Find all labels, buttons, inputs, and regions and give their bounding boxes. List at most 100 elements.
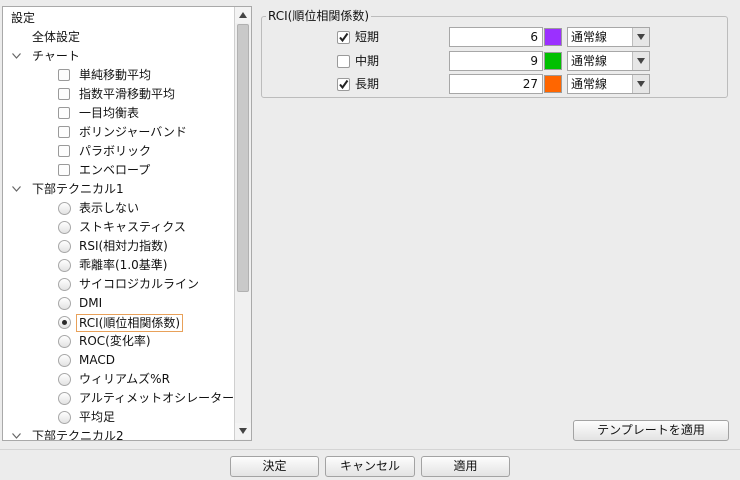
- tree-item-label: サイコロジカルライン: [79, 277, 200, 291]
- expand-chevron-icon[interactable]: [12, 47, 22, 66]
- tree-item[interactable]: RCI(順位相関係数): [3, 313, 235, 332]
- line-color-swatch[interactable]: [544, 28, 562, 46]
- tree-radio-button[interactable]: [58, 240, 71, 253]
- triangle-up-icon: [239, 12, 247, 18]
- scroll-down-button[interactable]: [235, 423, 251, 439]
- line-type-value: 通常線: [571, 30, 608, 44]
- tree-item[interactable]: ROC(変化率): [3, 332, 235, 351]
- tree-radio-button[interactable]: [58, 259, 71, 272]
- tree-checkbox[interactable]: [58, 145, 70, 157]
- tree-checkbox[interactable]: [58, 69, 70, 81]
- tree-checkbox[interactable]: [58, 164, 70, 176]
- tree-item[interactable]: 乖離率(1.0基準): [3, 256, 235, 275]
- tree-item[interactable]: 指数平滑移動平均: [3, 85, 235, 104]
- tree-item[interactable]: アルティメットオシレーター: [3, 389, 235, 408]
- line-type-value: 通常線: [571, 77, 608, 91]
- rci-group-title: RCI(順位相関係数): [266, 8, 372, 24]
- tree-item[interactable]: 平均足: [3, 408, 235, 427]
- settings-tree: 設定 全体設定チャート単純移動平均指数平滑移動平均 一目均衡表ボリンジャーバンドパラ…: [3, 7, 235, 440]
- rci-param-row: 中期 9 通常線: [262, 51, 726, 71]
- dropdown-arrow-icon[interactable]: [632, 75, 649, 93]
- tree-radio-button[interactable]: [58, 278, 71, 291]
- tree-checkbox[interactable]: [58, 126, 70, 138]
- expand-chevron-icon[interactable]: [12, 427, 22, 440]
- tree-radio-button[interactable]: [58, 221, 71, 234]
- tree-item-label: 指数平滑移動平均: [79, 87, 176, 101]
- tree-radio-button[interactable]: [58, 354, 71, 367]
- tree-item[interactable]: 単純移動平均: [3, 66, 235, 85]
- tree-item-label: 表示しない: [79, 201, 140, 215]
- tree-radio-button[interactable]: [58, 202, 71, 215]
- tree-item[interactable]: ボリンジャーバンド: [3, 123, 235, 142]
- period-label: 中期: [355, 54, 380, 68]
- dropdown-arrow-icon[interactable]: [632, 52, 649, 70]
- tree-item[interactable]: サイコロジカルライン: [3, 275, 235, 294]
- tree-radio-button[interactable]: [58, 392, 71, 405]
- tree-checkbox[interactable]: [58, 107, 70, 119]
- tree-item-label: 一目均衡表: [79, 106, 140, 120]
- tree-item[interactable]: 設定: [3, 9, 235, 28]
- tree-checkbox[interactable]: [58, 88, 70, 100]
- apply-button[interactable]: 適用: [421, 456, 510, 477]
- tree-item-label: エンベロープ: [79, 163, 151, 177]
- line-color-swatch[interactable]: [544, 52, 562, 70]
- line-type-select[interactable]: 通常線: [567, 74, 650, 94]
- tree-item-label: ボリンジャーバンド: [79, 125, 187, 139]
- tree-radio-button[interactable]: [58, 411, 71, 424]
- tree-radio-button[interactable]: [58, 373, 71, 386]
- rci-param-row: 短期 6 通常線: [262, 27, 726, 47]
- dropdown-arrow-icon[interactable]: [632, 28, 649, 46]
- period-value-input[interactable]: 6: [449, 27, 543, 47]
- tree-item[interactable]: RSI(相対力指数): [3, 237, 235, 256]
- expand-chevron-icon[interactable]: [12, 180, 22, 199]
- period-label: 長期: [355, 77, 380, 91]
- tree-item-label: RSI(相対力指数): [79, 239, 168, 253]
- tree-item-label: 単純移動平均: [79, 68, 152, 82]
- tree-item-label: ストキャスティクス: [79, 220, 186, 234]
- line-type-value: 通常線: [571, 54, 608, 68]
- tree-item[interactable]: ストキャスティクス: [3, 218, 235, 237]
- tree-item-label: ROC(変化率): [79, 334, 151, 348]
- scrollbar-thumb[interactable]: [237, 24, 249, 292]
- apply-template-button[interactable]: テンプレートを適用: [573, 420, 729, 441]
- tree-item[interactable]: チャート: [3, 47, 235, 66]
- line-type-select[interactable]: 通常線: [567, 27, 650, 47]
- tree-item[interactable]: 下部テクニカル2: [3, 427, 235, 440]
- tree-radio-button[interactable]: [58, 316, 71, 329]
- cancel-button[interactable]: キャンセル: [325, 456, 415, 477]
- tree-item[interactable]: 一目均衡表: [3, 104, 235, 123]
- rci-param-row: 長期 27 通常線: [262, 74, 726, 94]
- tree-item-label: ウィリアムズ%R: [79, 372, 170, 386]
- period-checkbox[interactable]: [337, 78, 350, 91]
- tree-item-label: アルティメットオシレーター: [79, 391, 235, 405]
- tree-item[interactable]: 表示しない: [3, 199, 235, 218]
- tree-scrollbar[interactable]: [234, 7, 251, 440]
- tree-item[interactable]: DMI: [3, 294, 235, 313]
- tree-item-label: 下部テクニカル1: [32, 182, 124, 196]
- period-checkbox[interactable]: [337, 31, 350, 44]
- period-checkbox[interactable]: [337, 55, 350, 68]
- tree-radio-button[interactable]: [58, 297, 71, 310]
- tree-item[interactable]: 全体設定: [3, 28, 235, 47]
- tree-item[interactable]: ウィリアムズ%R: [3, 370, 235, 389]
- scroll-up-button[interactable]: [235, 7, 251, 23]
- tree-item-label: チャート: [32, 49, 80, 63]
- line-type-select[interactable]: 通常線: [567, 51, 650, 71]
- tree-item-label: 平均足: [79, 410, 116, 424]
- tree-item[interactable]: MACD: [3, 351, 235, 370]
- tree-item-label: MACD: [79, 353, 115, 367]
- tree-item-label: RCI(順位相関係数): [76, 314, 184, 332]
- tree-item[interactable]: 下部テクニカル1: [3, 180, 235, 199]
- tree-item[interactable]: エンベロープ: [3, 161, 235, 180]
- tree-item-label: 下部テクニカル2: [32, 429, 124, 440]
- period-value-input[interactable]: 9: [449, 51, 543, 71]
- tree-item[interactable]: パラボリック: [3, 142, 235, 161]
- period-label: 短期: [355, 30, 380, 44]
- period-value-input[interactable]: 27: [449, 74, 543, 94]
- ok-button[interactable]: 決定: [230, 456, 319, 477]
- checkmark-icon: [339, 79, 349, 90]
- checkmark-icon: [339, 32, 349, 43]
- tree-radio-button[interactable]: [58, 335, 71, 348]
- footer-divider: [0, 449, 740, 450]
- line-color-swatch[interactable]: [544, 75, 562, 93]
